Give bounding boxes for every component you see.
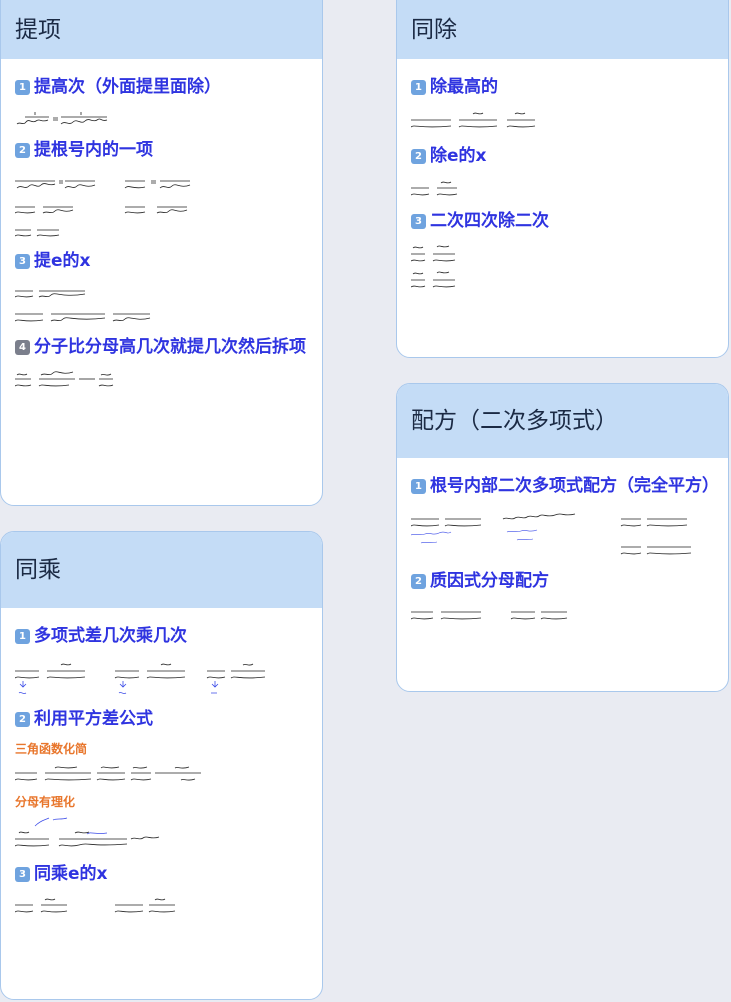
number-badge: 2: [411, 574, 426, 589]
section-tongchu-3: 3 二次四次除二次: [411, 209, 714, 234]
section-tixiang-2: 2 提根号内的一项: [15, 138, 308, 163]
handwritten-formula: [15, 817, 160, 847]
section-title: 除e的x: [430, 146, 487, 166]
handwritten-formula: [411, 513, 692, 555]
section-title: 分子比分母高几次就提几次然后拆项: [34, 337, 306, 357]
card-tixiang: 提项 1 提高次（外面提里面除） 2 提根号内的一项 3 提e的x 4 分子比分…: [0, 0, 323, 506]
handwritten-formula: [15, 898, 176, 913]
section-title: 提根号内的一项: [34, 140, 153, 160]
card-peifang-header: 配方（二次多项式）: [397, 384, 728, 458]
section-tongcheng-1: 1 多项式差几次乘几次: [15, 624, 308, 649]
number-badge: 1: [411, 479, 426, 494]
number-badge: 2: [15, 143, 30, 158]
handwritten-formula: [16, 112, 108, 125]
section-title: 二次四次除二次: [430, 211, 549, 231]
card-tongchu-header: 同除: [397, 0, 728, 59]
handwritten-formula: [15, 313, 151, 322]
section-title: 利用平方差公式: [34, 709, 153, 729]
number-badge: 3: [15, 867, 30, 882]
handwritten-formula: [411, 611, 568, 620]
section-tongchu-1: 1 除最高的: [411, 75, 714, 100]
section-title: 除最高的: [430, 77, 498, 97]
number-badge: 1: [411, 80, 426, 95]
section-tongchu-2: 2 除e的x: [411, 144, 714, 169]
card-peifang-title: 配方（二次多项式）: [411, 407, 618, 434]
number-badge: 1: [15, 629, 30, 644]
section-tixiang-4: 4 分子比分母高几次就提几次然后拆项: [15, 335, 308, 360]
section-tixiang-1: 1 提高次（外面提里面除）: [15, 75, 308, 100]
card-tongchu: 同除 1 除最高的 2 除e的x 3 二次四次除二次: [396, 0, 729, 358]
section-title: 多项式差几次乘几次: [34, 626, 187, 646]
section-title: 根号内部二次多项式配方（完全平方）: [430, 476, 719, 496]
card-peifang: 配方（二次多项式） 1 根号内部二次多项式配方（完全平方） 2 质因式分母配方: [396, 383, 729, 692]
card-tongchu-title: 同除: [411, 16, 457, 43]
card-tixiang-header: 提项: [1, 0, 322, 59]
handwritten-formula: [15, 766, 201, 781]
number-badge: 3: [15, 254, 30, 269]
handwritten-formula: [15, 371, 114, 387]
handwritten-formula: [15, 663, 266, 694]
section-title: 提e的x: [34, 251, 91, 271]
section-tongcheng-2: 2 利用平方差公式: [15, 707, 308, 732]
section-peifang-2: 2 质因式分母配方: [411, 569, 714, 594]
section-tixiang-3: 3 提e的x: [15, 249, 308, 274]
subheading-trig: 三角函数化简: [15, 742, 88, 756]
number-badge: 4: [15, 340, 30, 355]
section-peifang-1: 1 根号内部二次多项式配方（完全平方）: [411, 474, 719, 499]
number-badge: 3: [411, 214, 426, 229]
card-tongcheng-title: 同乘: [15, 556, 61, 583]
card-tongcheng-header: 同乘: [1, 532, 322, 608]
handwritten-formula: [15, 290, 86, 298]
subheading-rational: 分母有理化: [15, 795, 76, 809]
card-tixiang-title: 提项: [15, 16, 61, 43]
handwritten-formula: [15, 180, 191, 189]
number-badge: 2: [15, 712, 30, 727]
section-title: 同乘e的x: [34, 864, 108, 884]
section-title: 质因式分母配方: [430, 571, 549, 591]
number-badge: 1: [15, 80, 30, 95]
handwritten-formula: [411, 181, 458, 196]
handwritten-formula: [15, 206, 188, 214]
handwritten-formula: [411, 112, 536, 128]
number-badge: 2: [411, 149, 426, 164]
handwritten-formula: [15, 229, 60, 237]
section-title: 提高次（外面提里面除）: [34, 77, 221, 97]
card-tongcheng: 同乘 1 多项式差几次乘几次 2 利用平方差公式 三角函数化简 分母有理化 3 …: [0, 531, 323, 1000]
handwritten-formula: [411, 245, 456, 288]
section-tongcheng-3: 3 同乘e的x: [15, 862, 308, 887]
